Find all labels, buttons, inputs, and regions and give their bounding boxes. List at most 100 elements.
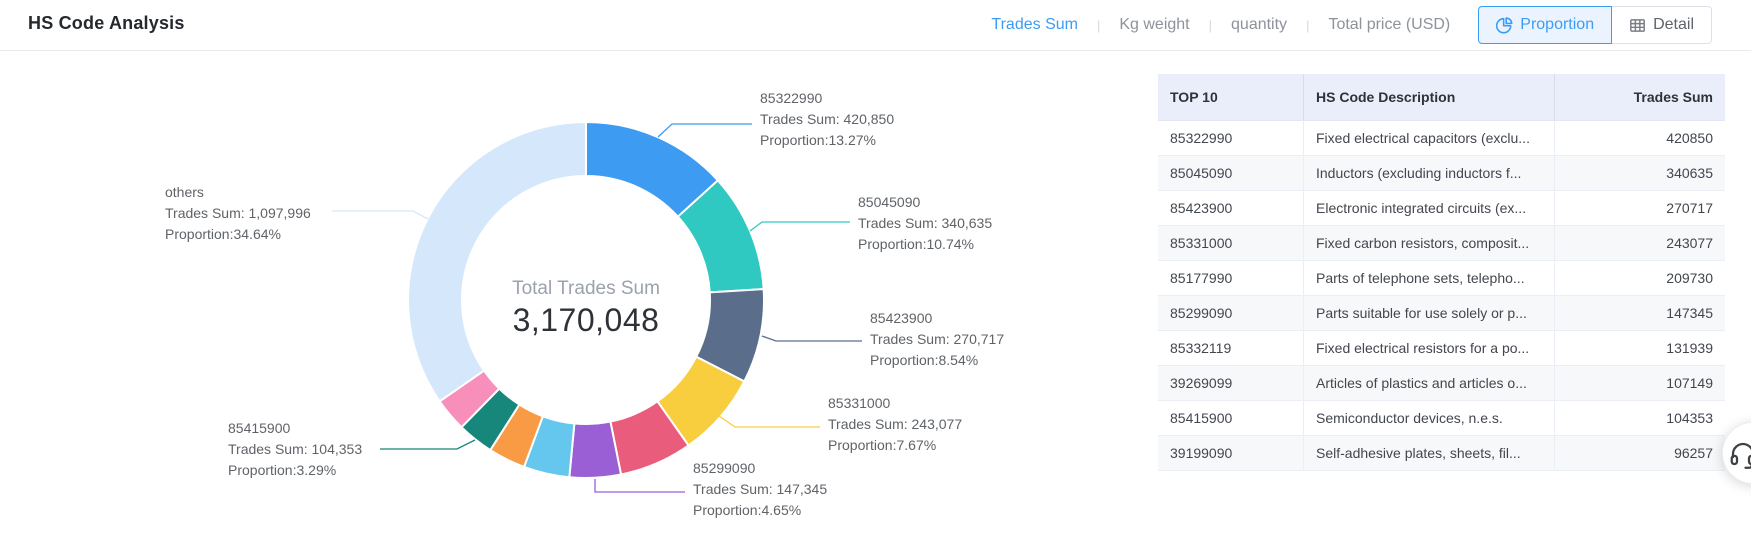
cell-description: Parts of telephone sets, telepho... [1304, 261, 1555, 295]
callout-text: Proportion:8.54% [870, 350, 1004, 371]
pie-chart-icon [1496, 17, 1513, 34]
callout-text: Trades Sum: 147,345 [693, 479, 827, 500]
callout-leader-85415900 [380, 440, 475, 449]
headset-icon [1728, 439, 1751, 469]
table-row: 85177990Parts of telephone sets, telepho… [1158, 261, 1725, 296]
metric-separator: | [1209, 18, 1212, 33]
callout-text: Proportion:13.27% [760, 130, 894, 151]
cell-description: Self-adhesive plates, sheets, fil... [1304, 436, 1555, 470]
table-row: 85045090Inductors (excluding inductors f… [1158, 156, 1725, 191]
table-row: 85423900Electronic integrated circuits (… [1158, 191, 1725, 226]
cell-trades-sum: 104353 [1555, 401, 1725, 435]
column-header-hs-code-description: HS Code Description [1304, 74, 1555, 120]
button-label: Detail [1653, 16, 1694, 34]
column-header-trades-sum: Trades Sum [1555, 74, 1725, 120]
hs-code-analysis-page: HS Code Analysis Trades Sum | Kg weight | qu… [0, 0, 1751, 537]
callout-85423900: 85423900Trades Sum: 270,717Proportion:8.… [870, 308, 1004, 371]
callout-text: 85322990 [760, 88, 894, 109]
callout-text: 85045090 [858, 192, 992, 213]
cell-hs-code: 85177990 [1158, 261, 1304, 295]
cell-hs-code: 85415900 [1158, 401, 1304, 435]
cell-trades-sum: 131939 [1555, 331, 1725, 365]
cell-trades-sum: 96257 [1555, 436, 1725, 470]
view-switch: Proportion Detail [1478, 6, 1712, 44]
cell-hs-code: 39269099 [1158, 366, 1304, 400]
callout-85299090: 85299090Trades Sum: 147,345Proportion:4.… [693, 458, 827, 521]
button-label: Proportion [1520, 16, 1594, 34]
page-title: HS Code Analysis [28, 13, 185, 34]
callout-text: 85415900 [228, 418, 362, 439]
callout-text: Trades Sum: 420,850 [760, 109, 894, 130]
callout-85331000: 85331000Trades Sum: 243,077Proportion:7.… [828, 393, 962, 456]
cell-description: Semiconductor devices, n.e.s. [1304, 401, 1555, 435]
metric-tab-kg-weight[interactable]: Kg weight [1119, 16, 1189, 34]
callout-leader-85331000 [719, 416, 820, 427]
cell-description: Articles of plastics and articles o... [1304, 366, 1555, 400]
metric-separator: | [1306, 18, 1309, 33]
callout-text: 85423900 [870, 308, 1004, 329]
cell-description: Electronic integrated circuits (ex... [1304, 191, 1555, 225]
table-body: 85322990Fixed electrical capacitors (exc… [1158, 121, 1725, 471]
header-controls: Trades Sum|Kg weight|quantity|Total pric… [991, 0, 1712, 50]
pie-slice-others[interactable] [408, 122, 586, 401]
callout-text: 85299090 [693, 458, 827, 479]
callout-text: Proportion:7.67% [828, 435, 962, 456]
cell-trades-sum: 243077 [1555, 226, 1725, 260]
callout-leader-85045090 [750, 222, 850, 231]
callout-text: Proportion:3.29% [228, 460, 362, 481]
cell-hs-code: 85423900 [1158, 191, 1304, 225]
cell-trades-sum: 107149 [1555, 366, 1725, 400]
cell-description: Fixed carbon resistors, composit... [1304, 226, 1555, 260]
table-row: 85415900Semiconductor devices, n.e.s.104… [1158, 401, 1725, 436]
callout-text: 85331000 [828, 393, 962, 414]
metric-tab-trades-sum[interactable]: Trades Sum [991, 16, 1078, 34]
table-row: 39199090Self-adhesive plates, sheets, fi… [1158, 436, 1725, 471]
cell-hs-code: 85045090 [1158, 156, 1304, 190]
detail-button[interactable]: Detail [1612, 6, 1712, 44]
callout-text: Proportion:10.74% [858, 234, 992, 255]
callout-85045090: 85045090Trades Sum: 340,635Proportion:10… [858, 192, 992, 255]
metric-tab-total-price-usd[interactable]: Total price (USD) [1328, 16, 1450, 34]
cell-description: Parts suitable for use solely or p... [1304, 296, 1555, 330]
cell-trades-sum: 209730 [1555, 261, 1725, 295]
table-row: 85332119Fixed electrical resistors for a… [1158, 331, 1725, 366]
callout-leader-85423900 [762, 336, 862, 341]
table-header-row: TOP 10HS Code DescriptionTrades Sum [1158, 74, 1725, 121]
cell-hs-code: 85331000 [1158, 226, 1304, 260]
callout-text: Trades Sum: 1,097,996 [165, 203, 311, 224]
callout-text: Proportion:34.64% [165, 224, 311, 245]
callout-text: Trades Sum: 104,353 [228, 439, 362, 460]
table-row: 85331000Fixed carbon resistors, composit… [1158, 226, 1725, 261]
cell-description: Fixed electrical resistors for a po... [1304, 331, 1555, 365]
cell-trades-sum: 340635 [1555, 156, 1725, 190]
cell-hs-code: 85299090 [1158, 296, 1304, 330]
cell-hs-code: 85332119 [1158, 331, 1304, 365]
metric-tab-quantity[interactable]: quantity [1231, 16, 1287, 34]
table-row: 85322990Fixed electrical capacitors (exc… [1158, 121, 1725, 156]
top10-table: TOP 10HS Code DescriptionTrades Sum 8532… [1158, 74, 1725, 471]
cell-description: Inductors (excluding inductors f... [1304, 156, 1555, 190]
page-header: HS Code Analysis Trades Sum | Kg weight | qu… [0, 0, 1751, 51]
metric-tabs: Trades Sum|Kg weight|quantity|Total pric… [991, 16, 1450, 34]
cell-description: Fixed electrical capacitors (exclu... [1304, 121, 1555, 155]
table-row: 39269099Articles of plastics and article… [1158, 366, 1725, 401]
table-row: 85299090Parts suitable for use solely or… [1158, 296, 1725, 331]
callout-text: Trades Sum: 270,717 [870, 329, 1004, 350]
callout-text: others [165, 182, 311, 203]
callout-others: othersTrades Sum: 1,097,996Proportion:34… [165, 182, 311, 245]
proportion-button[interactable]: Proportion [1478, 6, 1612, 44]
cell-hs-code: 85322990 [1158, 121, 1304, 155]
callout-85322990: 85322990Trades Sum: 420,850Proportion:13… [760, 88, 894, 151]
table-icon [1629, 17, 1646, 34]
cell-hs-code: 39199090 [1158, 436, 1304, 470]
callout-text: Proportion:4.65% [693, 500, 827, 521]
cell-trades-sum: 270717 [1555, 191, 1725, 225]
column-header-top-10: TOP 10 [1158, 74, 1304, 120]
callout-leader-85299090 [595, 479, 685, 492]
callout-text: Trades Sum: 340,635 [858, 213, 992, 234]
cell-trades-sum: 147345 [1555, 296, 1725, 330]
callout-leader-others [332, 211, 428, 219]
callout-85415900: 85415900Trades Sum: 104,353Proportion:3.… [228, 418, 362, 481]
callout-text: Trades Sum: 243,077 [828, 414, 962, 435]
cell-trades-sum: 420850 [1555, 121, 1725, 155]
